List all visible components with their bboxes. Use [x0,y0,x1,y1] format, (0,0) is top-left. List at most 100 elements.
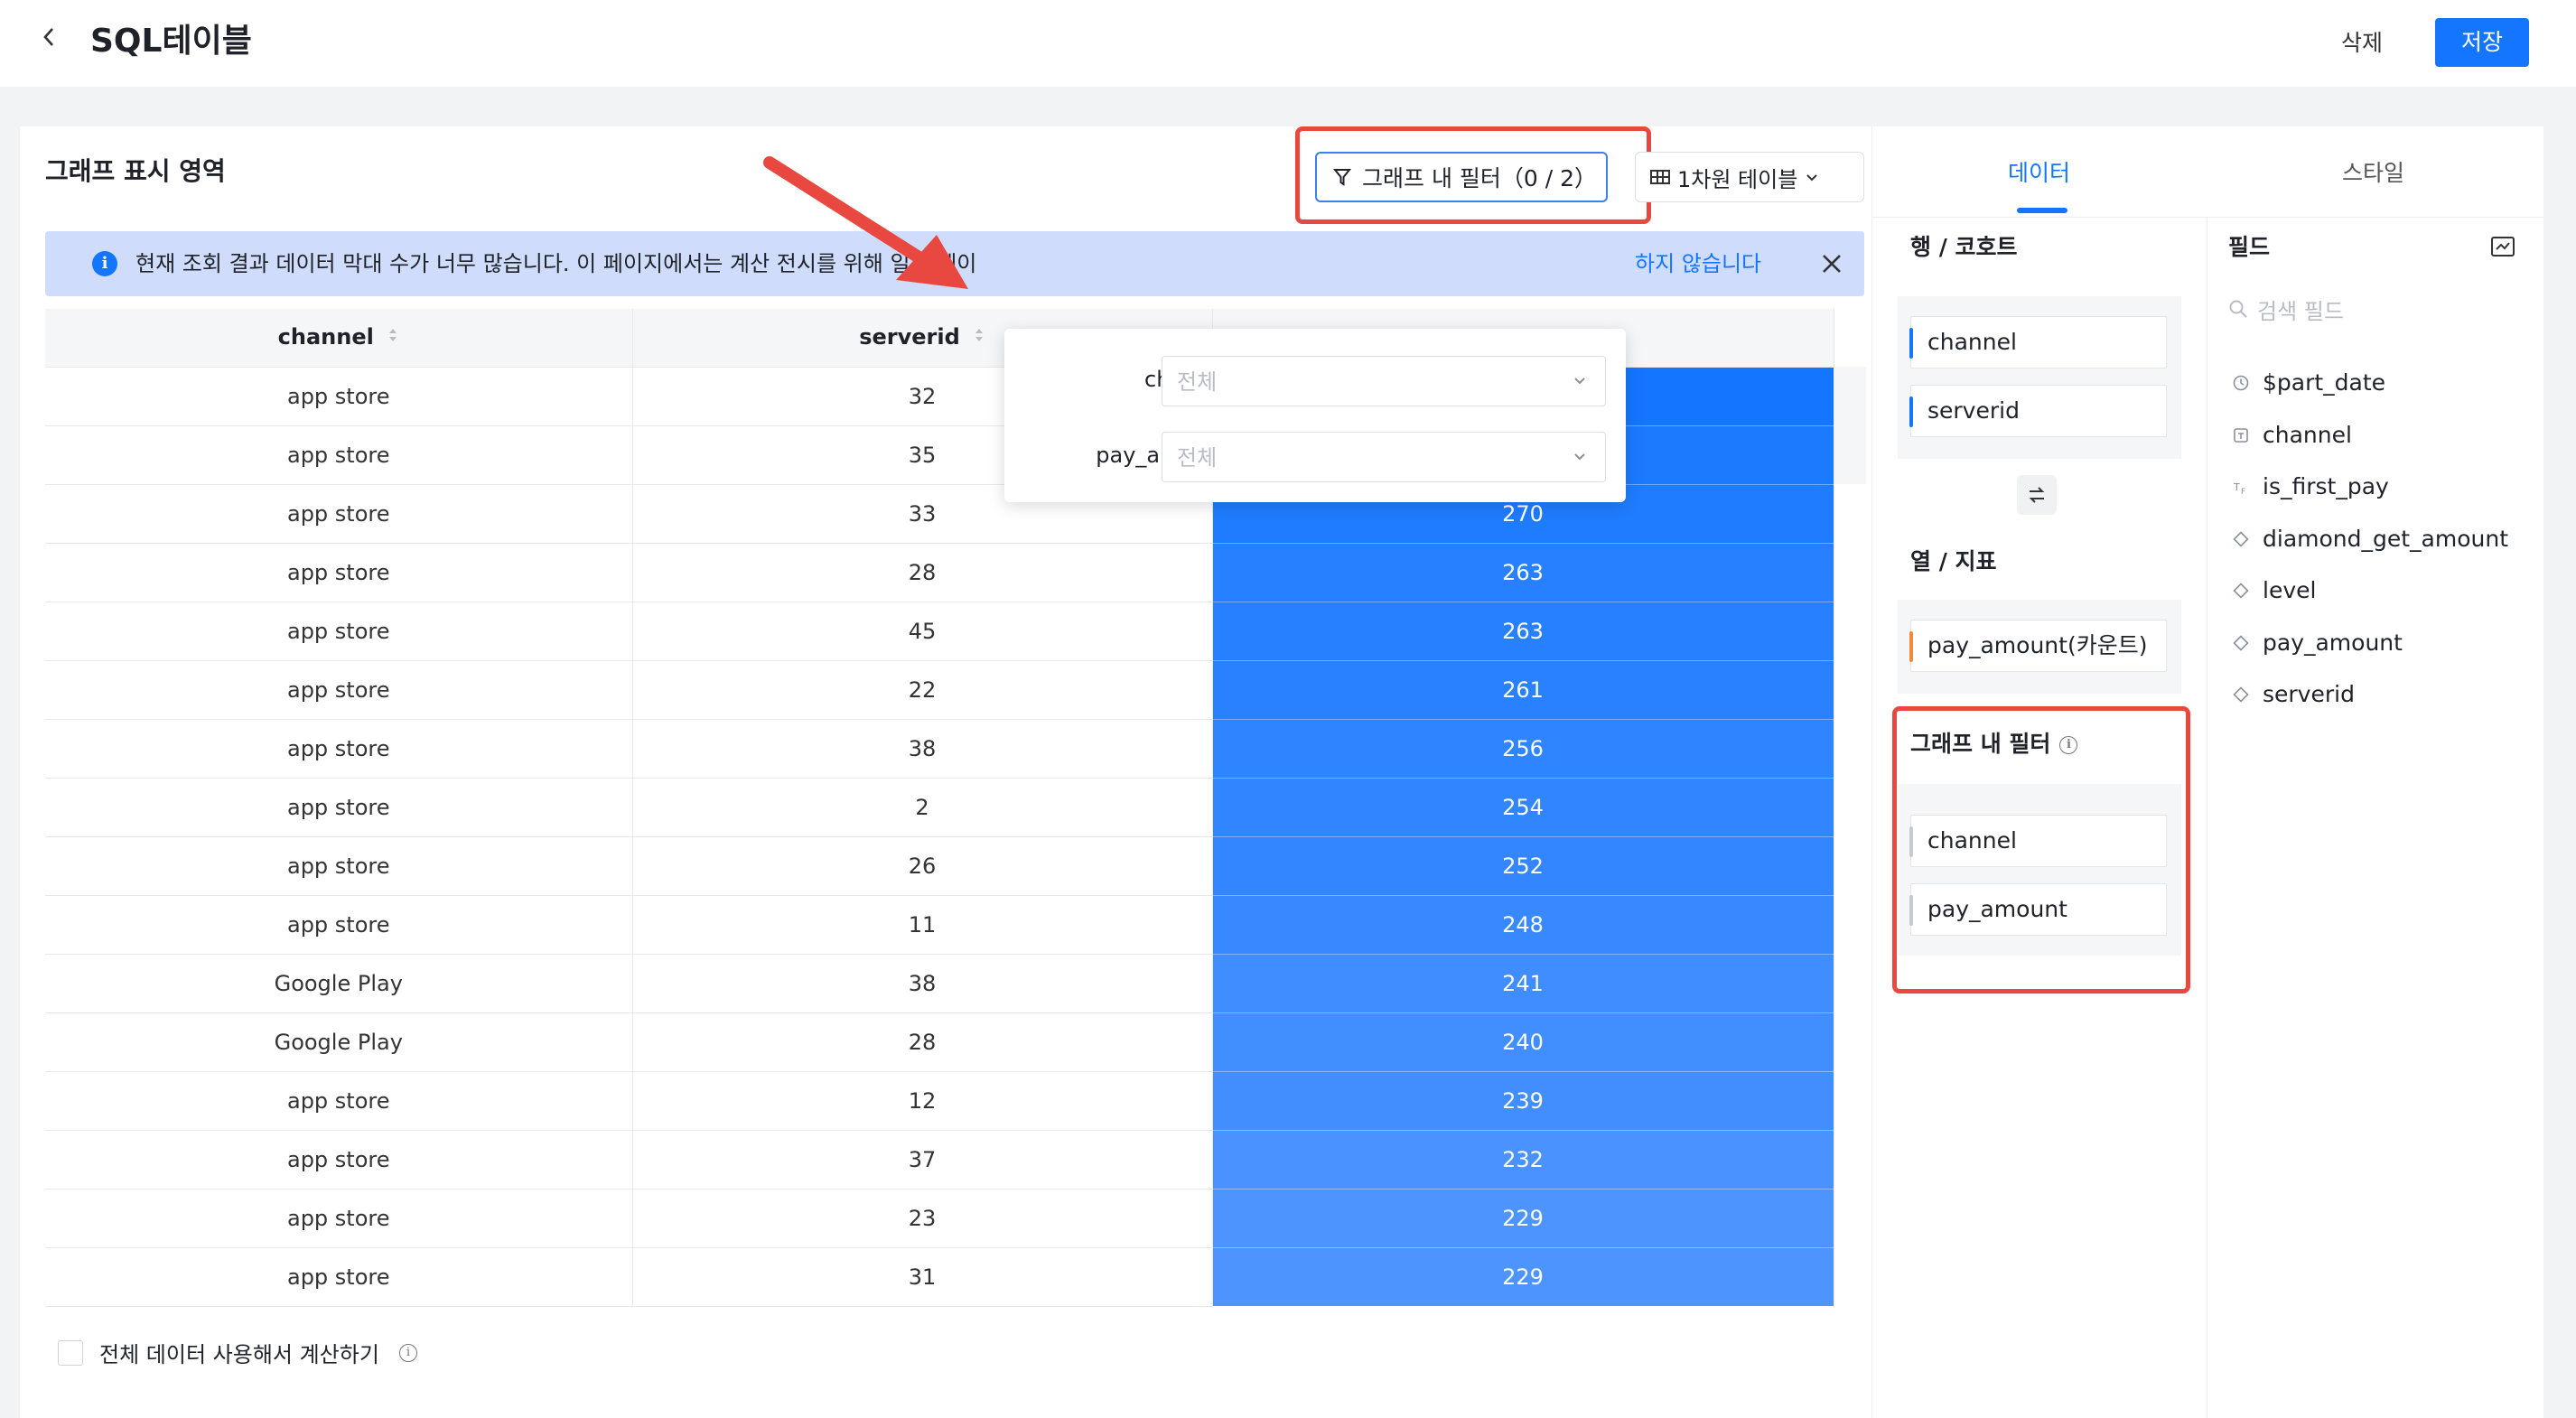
field-search-input[interactable]: 검색 필드 [2228,289,2517,329]
row-chip-serverid[interactable]: serverid [1909,385,2167,437]
field-item[interactable]: T F is_first_pay [2232,469,2389,505]
cell-channel: app store [45,1189,633,1248]
table-row: app store 31 229 [45,1247,1866,1307]
tab-data[interactable]: 데이터 [2008,155,2070,191]
save-button[interactable]: 저장 [2435,18,2529,67]
chart-filter-button[interactable]: 그래프 내 필터（0 / 2） [1315,152,1608,202]
field-item[interactable]: serverid [2232,676,2355,713]
delete-button[interactable]: 삭제 [2321,20,2403,67]
close-icon[interactable] [1814,246,1850,282]
search-icon [2229,300,2247,318]
row-chip-channel[interactable]: channel [1909,316,2167,368]
sort-icon[interactable] [973,325,985,350]
select-placeholder: 전체 [1177,369,1218,395]
boolean-icon: TF [2232,478,2250,497]
cell-channel: app store [45,1247,633,1307]
field-item[interactable]: level [2232,573,2316,609]
cell-spacer [1834,895,1866,954]
column-chip-pay-amount-count[interactable]: pay_amount(카운트) [1909,620,2167,672]
channel-filter-select[interactable]: 전체 [1162,356,1606,406]
cell-serverid: 31 [632,1247,1213,1307]
number-icon [2232,530,2250,548]
cell-spacer [1834,1189,1866,1247]
field-item[interactable]: $part_date [2232,365,2385,401]
cell-serverid: 12 [632,1071,1213,1131]
info-icon[interactable]: i [2059,736,2078,754]
filter-drop-zone[interactable]: channel pay_amount [1898,784,2181,956]
section-title: 그래프 표시 영역 [45,156,226,186]
field-item[interactable]: diamond_get_amount [2232,521,2508,557]
chevron-down-icon [1574,453,1585,461]
swap-rows-columns-button[interactable] [2017,475,2057,515]
table-row: app store 22 261 [45,660,1866,720]
field-item[interactable]: channel [2232,417,2352,453]
field-item[interactable]: pay_amount [2232,625,2403,661]
cell-spacer [1834,1012,1866,1071]
cell-spacer [1834,1130,1866,1189]
clock-icon [2232,374,2250,392]
columns-drop-zone[interactable]: pay_amount(카운트) [1898,600,2181,694]
filter-chip-channel[interactable]: channel [1909,815,2167,867]
cell-spacer [1834,602,1866,660]
full-data-checkbox[interactable] [58,1339,83,1366]
field-name: is_first_pay [2263,473,2389,499]
top-header: SQL테이블 삭제 저장 [0,0,2576,87]
cell-value-bar: 229 [1212,1247,1834,1307]
back-button[interactable] [40,23,67,60]
cell-spacer [1834,954,1866,1012]
info-banner: i 현재 조회 결과 데이터 막대 수가 너무 많습니다. 이 페이지에서는 계… [45,231,1864,296]
popover-filter-row-channel: channel 전체 [1004,352,1626,406]
cell-serverid: 38 [632,954,1213,1013]
cell-value-bar: 232 [1212,1130,1834,1189]
cell-serverid: 22 [632,660,1213,720]
cell-value-bar: 261 [1212,660,1834,720]
table-row: app store 11 248 [45,895,1866,955]
filter-icon [1333,169,1351,186]
cell-channel: app store [45,719,633,779]
cell-channel: Google Play [45,954,633,1013]
cell-spacer [1834,367,1866,425]
cell-channel: app store [45,660,633,720]
number-icon [2232,634,2250,652]
cell-spacer [1834,484,1866,543]
column-header-channel[interactable]: channel [45,309,633,368]
cell-value-bar: 263 [1212,602,1834,661]
table-type-select[interactable]: 1차원 테이블 [1635,152,1864,202]
cell-serverid: 45 [632,602,1213,661]
select-placeholder: 전체 [1177,445,1218,471]
pay-amount-filter-select[interactable]: 전체 [1162,432,1606,482]
cell-channel: Google Play [45,1012,633,1072]
cell-spacer [1834,778,1866,836]
cell-value-bar: 240 [1212,1012,1834,1072]
add-field-icon[interactable] [2488,233,2519,262]
info-banner-link[interactable]: 하지 않습니다 [1635,247,1761,280]
fields-label: 필드 [2228,234,2271,260]
full-data-label: 전체 데이터 사용해서 계산하기 [99,1342,379,1367]
cell-value-bar: 229 [1212,1189,1834,1248]
info-icon[interactable]: i [398,1343,417,1362]
cell-channel: app store [45,1071,633,1131]
cell-serverid: 2 [632,778,1213,837]
cell-spacer [1834,660,1866,719]
table-row: app store 38 256 [45,719,1866,779]
cell-channel: app store [45,836,633,896]
chevron-down-icon [1574,378,1585,385]
chart-display-area: 그래프 표시 영역 그래프 내 필터（0 / 2） 1차원 테이블 i 현재 조… [20,126,1871,1418]
field-name: $part_date [2263,369,2386,396]
svg-text:F: F [2241,488,2245,496]
table-row: app store 2 254 [45,778,1866,837]
field-name: serverid [2263,681,2355,707]
table-row: app store 28 263 [45,543,1866,602]
field-name: level [2263,577,2317,603]
cell-serverid: 28 [632,543,1213,602]
rows-drop-zone[interactable]: channel serverid [1898,296,2181,459]
active-tab-indicator [2017,208,2067,213]
cell-channel: app store [45,367,633,426]
full-data-option: 전체 데이터 사용해서 계산하기 i [58,1337,417,1368]
tab-style[interactable]: 스타일 [2342,155,2404,191]
chart-filter-button-label: 그래프 내 필터（0 / 2） [1362,165,1598,191]
filter-chip-pay-amount[interactable]: pay_amount [1909,883,2167,936]
cell-channel: app store [45,543,633,602]
sort-icon[interactable] [387,325,399,350]
cell-serverid: 28 [632,1012,1213,1072]
